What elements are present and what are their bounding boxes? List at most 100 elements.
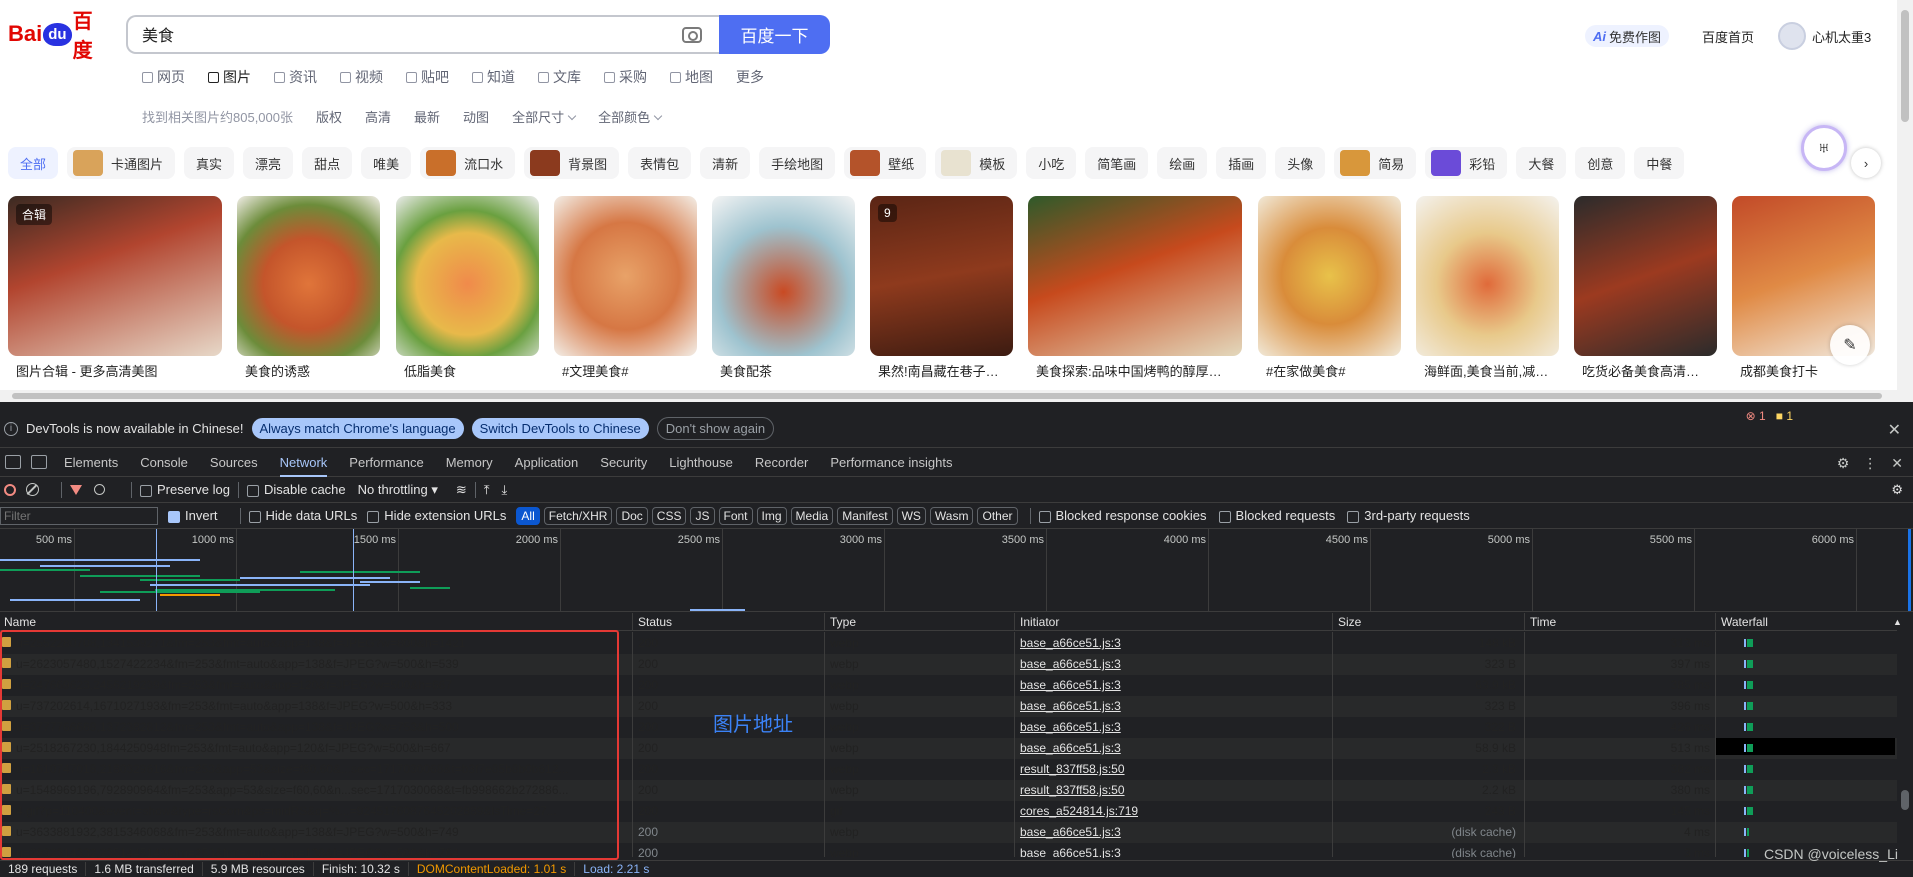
type-filter-css[interactable]: CSS [651,506,687,525]
image-card[interactable]: 美食的诱惑 [237,196,380,380]
chip-16[interactable]: 插画 [1216,147,1267,179]
image-thumbnail[interactable] [712,196,855,356]
image-thumbnail[interactable] [1258,196,1401,356]
column-header-size[interactable]: Size [1338,615,1361,629]
chip-2[interactable]: 真实 [184,147,235,179]
type-filter-ws[interactable]: WS [896,506,926,525]
chip-12[interactable]: 模板 [935,147,1018,179]
request-initiator[interactable]: base_a66ce51.js:3 [1020,738,1121,759]
chip-18[interactable]: 简易 [1334,147,1417,179]
network-overview-timeline[interactable]: 500 ms 1000 ms 1500 ms 2000 ms 2500 ms 3000 m… [0,529,1913,612]
column-header-status[interactable]: Status [638,615,672,629]
image-card[interactable]: 合辑 图片合辑 - 更多高清美图 [8,196,222,380]
type-filter-fetch-xhr[interactable]: Fetch/XHR [543,506,613,525]
request-initiator[interactable]: base_a66ce51.js:3 [1020,696,1121,717]
close-icon[interactable]: ✕ [1888,420,1901,440]
chip-9[interactable]: 清新 [700,147,751,179]
type-filter-all[interactable]: All [516,506,540,525]
type-filter-manifest[interactable]: Manifest [837,506,893,525]
blocked-cookies-checkbox[interactable]: Blocked response cookies [1038,508,1207,523]
filter-copyright[interactable]: 版权 [316,107,342,126]
table-scrollbar[interactable] [1897,630,1913,858]
chevron-right-icon[interactable]: › [1851,148,1881,178]
tab-7[interactable]: 采购 [604,68,647,86]
filter-icon[interactable] [70,484,82,495]
image-card[interactable]: #在家做美食# [1258,196,1401,380]
devtools-tab-application[interactable]: Application [515,448,579,477]
camera-icon[interactable] [682,27,702,43]
type-filter-wasm[interactable]: Wasm [929,506,974,525]
chip-19[interactable]: 彩铅 [1425,147,1508,179]
chip-15[interactable]: 绘画 [1157,147,1208,179]
third-party-checkbox[interactable]: 3rd-party requests [1347,508,1470,523]
chip-13[interactable]: 小吃 [1026,147,1077,179]
devtools-tab-performance[interactable]: Performance [349,448,423,477]
type-filter-other[interactable]: Other [977,506,1018,525]
image-card[interactable]: 吃货必备美食高清… [1574,196,1717,380]
match-language-button[interactable]: Always match Chrome's language [251,418,464,439]
close-devtools-icon[interactable]: ✕ [1891,455,1903,472]
search-icon[interactable] [94,484,105,495]
type-filter-media[interactable]: Media [790,506,834,525]
column-header-initiator[interactable]: Initiator [1020,615,1059,629]
switch-chinese-button[interactable]: Switch DevTools to Chinese [471,418,649,439]
chip-7[interactable]: 背景图 [524,147,620,179]
type-filter-font[interactable]: Font [718,506,753,525]
image-card[interactable]: #文理美食# [554,196,697,380]
filter-size-dropdown[interactable]: 全部尺寸 [512,107,577,126]
devtools-tab-performance-insights[interactable]: Performance insights [830,448,952,477]
devtools-tab-recorder[interactable]: Recorder [755,448,808,477]
chip-5[interactable]: 唯美 [361,147,412,179]
image-card[interactable]: 9 果然!南昌藏在巷子… [870,196,1013,380]
inspect-icon[interactable] [5,455,21,469]
chip-11[interactable]: 壁纸 [844,147,927,179]
invert-checkbox[interactable]: Invert [168,508,218,523]
image-thumbnail[interactable] [1028,196,1242,356]
type-filter-img[interactable]: Img [756,506,787,525]
preserve-log-checkbox[interactable]: Preserve log [140,482,230,497]
issue-counts[interactable]: ⊗ 1 ■ 1 [1746,409,1793,423]
devtools-tab-security[interactable]: Security [600,448,647,477]
image-thumbnail[interactable] [396,196,539,356]
request-initiator[interactable]: result_837ff58.js:50 [1020,759,1125,780]
column-header-type[interactable]: Type [830,615,856,629]
devtools-tab-network[interactable]: Network [279,448,327,477]
request-initiator[interactable]: result_837ff58.js:50 [1020,780,1125,801]
request-initiator[interactable]: base_a66ce51.js:3 [1020,633,1121,654]
wifi-icon[interactable]: ≋ [456,482,467,498]
filter-hd[interactable]: 高清 [365,107,391,126]
tab-4[interactable]: 贴吧 [406,68,449,86]
devtools-tab-lighthouse[interactable]: Lighthouse [669,448,733,477]
image-card[interactable]: 美食配茶 [712,196,855,380]
username[interactable]: 心机太重3 [1812,27,1871,46]
clear-icon[interactable] [26,483,39,496]
tab-0[interactable]: 网页 [142,68,185,86]
type-filter-js[interactable]: JS [690,506,715,525]
devtools-tab-sources[interactable]: Sources [210,448,258,477]
ai-draw-button[interactable]: Ai 免费作图 [1585,25,1670,47]
chip-6[interactable]: 流口水 [420,147,516,179]
image-card[interactable]: 低脂美食 [396,196,539,380]
type-filter-doc[interactable]: Doc [616,506,648,525]
tab-8[interactable]: 地图 [670,68,713,86]
horizontal-scrollbar[interactable] [0,390,1897,402]
column-header-name[interactable]: Name [4,615,36,629]
image-thumbnail[interactable] [1574,196,1717,356]
image-thumbnail[interactable] [1416,196,1559,356]
ai-assistant-icon[interactable]: ♅ [1801,125,1847,171]
chip-4[interactable]: 甜点 [302,147,353,179]
search-button[interactable]: 百度一下 [719,15,830,54]
chip-1[interactable]: 卡通图片 [67,147,176,179]
tab-6[interactable]: 文库 [538,68,581,86]
edit-icon[interactable]: ✎ [1830,325,1870,365]
devtools-tab-console[interactable]: Console [140,448,188,477]
image-card[interactable]: 美食探索:品味中国烤鸭的醇厚… [1028,196,1242,380]
dont-show-again-button[interactable]: Don't show again [656,417,775,440]
chip-20[interactable]: 大餐 [1516,147,1567,179]
request-initiator[interactable]: base_a66ce51.js:3 [1020,675,1121,696]
image-card[interactable]: 海鲜面,美食当前,减… [1416,196,1559,380]
hide-extension-urls-checkbox[interactable]: Hide extension URLs [367,508,506,523]
tab-1[interactable]: 图片 [208,68,251,86]
vertical-scrollbar[interactable] [1897,0,1913,402]
avatar[interactable] [1778,22,1806,50]
